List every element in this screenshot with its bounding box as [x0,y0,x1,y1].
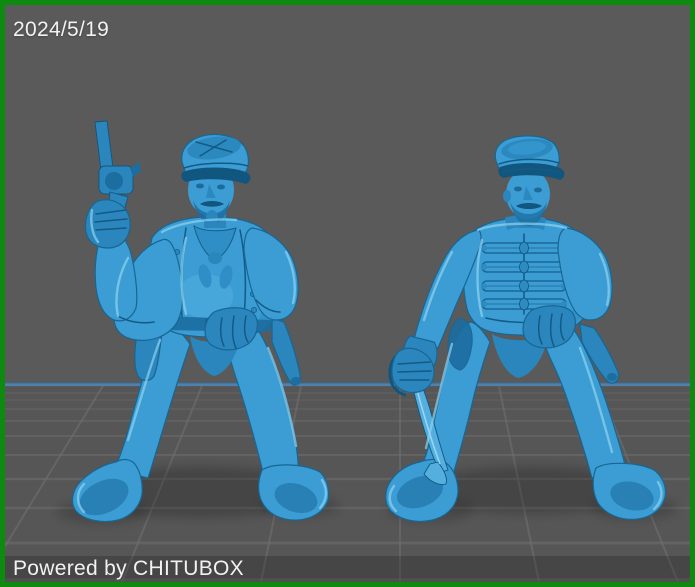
fig1-left-arm [95,233,183,340]
watermark-band: Powered by CHITUBOX [0,556,695,582]
render-frame: 2024/5/19 Powered by CHITUBOX [0,0,695,587]
fig2-head [495,136,564,228]
model-layer [0,0,695,587]
fig1-head [181,133,250,228]
watermark-text: Powered by CHITUBOX [0,557,244,581]
model-cavalry-rider-with-revolver[interactable] [73,121,329,522]
date-label: 2024/5/19 [13,18,109,42]
model-cavalry-rider-with-saber[interactable] [386,136,666,522]
